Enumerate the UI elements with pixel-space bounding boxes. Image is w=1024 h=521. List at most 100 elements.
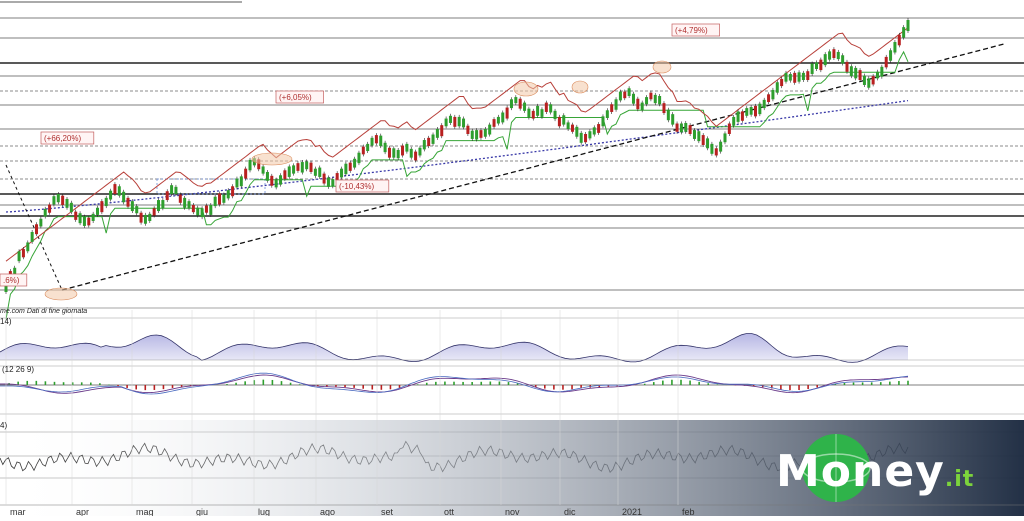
candle-body (897, 34, 901, 46)
oscillator-label: 4) (0, 421, 7, 430)
candle-body (710, 143, 714, 154)
candle-body (91, 213, 95, 221)
candle-body (409, 148, 413, 158)
logo-text: Money.it (776, 446, 974, 497)
candle-body (35, 224, 39, 235)
candle-body (496, 116, 500, 124)
candle-body (775, 82, 779, 93)
candle-body (427, 137, 431, 147)
x-tick-label: lug (258, 507, 270, 516)
candle-body (296, 163, 300, 171)
candle-body (684, 122, 688, 132)
candle-body (740, 111, 744, 121)
candle-body (544, 102, 548, 112)
candle-body (767, 94, 771, 103)
candle-body (222, 194, 226, 203)
candle-body (39, 218, 43, 227)
candle-body (283, 170, 287, 180)
x-tick-label: giu (196, 507, 208, 516)
x-tick-label: set (381, 507, 394, 516)
candle-body (701, 135, 705, 145)
candle-body (305, 161, 309, 170)
highlight-ellipse (44, 287, 78, 301)
candle-body (518, 98, 522, 109)
candle-body (104, 197, 108, 207)
chart-area: (+4,79%) (+6,05%) (+66,20%) (-10,43%) .6%) m… (0, 0, 1024, 517)
x-tick-label: mar (10, 507, 26, 516)
candle-body (727, 123, 731, 134)
candle-body (435, 129, 439, 138)
candle-body (588, 131, 592, 139)
candle-body (100, 201, 104, 213)
candle-body (353, 158, 357, 168)
candle-body (536, 105, 540, 116)
candle-body (488, 124, 492, 135)
candle-body (732, 116, 736, 126)
candle-body (819, 59, 823, 71)
candle-body (265, 171, 269, 181)
candle-body (849, 66, 853, 77)
candle-body (788, 73, 792, 81)
candle-body (688, 125, 692, 134)
macd-panel (0, 365, 1024, 415)
trend-line-path (61, 43, 1005, 291)
candle-body (854, 67, 858, 79)
candle-body (361, 146, 365, 155)
candle-body (623, 91, 627, 99)
candle-body (187, 201, 191, 209)
candle-body (165, 191, 169, 201)
x-tick-label: feb (682, 507, 695, 516)
candle-body (161, 200, 165, 209)
candle-body (318, 167, 322, 177)
candle-body (906, 20, 910, 32)
candle-body (723, 133, 727, 143)
candle-body (331, 179, 335, 187)
candle-body (505, 107, 509, 119)
candle-body (396, 149, 400, 159)
candle-body (43, 208, 47, 217)
candle-body (862, 75, 866, 85)
candle-body (875, 71, 879, 79)
candle-body (87, 217, 91, 226)
candle-body (448, 115, 452, 123)
candle-body (884, 56, 888, 68)
candle-body (126, 197, 130, 207)
candle-body (679, 123, 683, 133)
candles (4, 18, 910, 294)
candle-body (178, 194, 182, 203)
candle-body (344, 163, 348, 175)
highlight-ellipse (652, 60, 672, 74)
candle-body (579, 132, 583, 143)
candle-body (570, 124, 574, 132)
candle-body (841, 55, 845, 64)
candle-body (675, 123, 679, 132)
candle-body (226, 190, 230, 199)
candle-body (17, 251, 21, 262)
candle-body (645, 97, 649, 105)
candle-body (135, 206, 139, 214)
candle-body (414, 151, 418, 161)
candle-body (209, 205, 213, 215)
logo-main: Money (776, 446, 945, 497)
candle-body (871, 76, 875, 85)
candle-body (348, 162, 352, 171)
x-tick-label: apr (76, 507, 89, 516)
candle-body (640, 102, 644, 111)
highlight-ellipse (571, 80, 589, 94)
candle-body (287, 166, 291, 177)
candle-body (784, 72, 788, 82)
annotation-label: (+66,20%) (44, 134, 81, 143)
candle-body (431, 134, 435, 144)
candle-body (601, 116, 605, 127)
volume-panel (0, 317, 1024, 363)
candle-body (475, 130, 479, 140)
candle-body (61, 195, 65, 206)
candle-body (714, 148, 718, 156)
candle-body (383, 142, 387, 153)
candle-body (584, 133, 588, 143)
candle-body (248, 159, 252, 171)
candle-body (357, 152, 361, 164)
candle-body (658, 95, 662, 105)
candle-body (405, 143, 409, 152)
candle-body (462, 118, 466, 128)
